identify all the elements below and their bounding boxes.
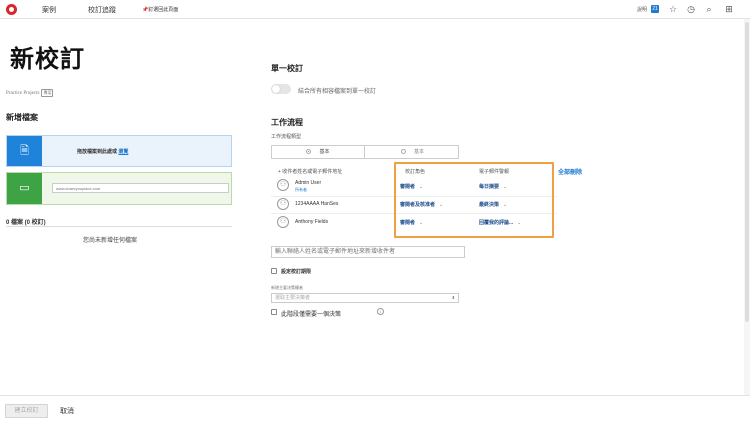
- project-label[interactable]: Practice Projects 專案: [6, 89, 54, 97]
- notification-badge[interactable]: 21: [651, 5, 659, 13]
- workflow-heading: 工作流程: [271, 118, 303, 127]
- workflow-type-label: 工作流程類型: [271, 134, 302, 140]
- deadline-checkbox[interactable]: [271, 268, 277, 274]
- url-upload-zone: ▭: [6, 172, 232, 205]
- radio-unselected-icon: [400, 149, 406, 155]
- recipient-name: Admin User: [295, 180, 322, 186]
- workflow-option-label: 基本: [319, 149, 330, 155]
- web-url-icon: ▭: [7, 173, 42, 204]
- primary-decision-maker-select[interactable]: 選取主要決策者 ⬍: [271, 293, 459, 303]
- add-recipient-input[interactable]: [271, 246, 465, 258]
- add-recipient-column-header[interactable]: + 收件者姓名或電子郵件地址: [278, 168, 342, 175]
- footer-bar: 建立校訂 取消: [0, 395, 750, 426]
- app-logo-icon[interactable]: [6, 4, 17, 15]
- radio-selected-icon: [306, 149, 312, 155]
- one-decision-label: 此階段僅需要一個決策: [281, 312, 342, 318]
- combine-files-label: 結合所有相容檔案到單一校訂: [298, 89, 377, 95]
- recipient-name: Anthony Fields: [295, 219, 329, 225]
- delete-all-link[interactable]: 全部刪除: [558, 167, 582, 176]
- star-icon[interactable]: ☆: [668, 4, 678, 14]
- help-label[interactable]: 說明: [637, 6, 647, 13]
- search-icon[interactable]: ⌕: [704, 4, 714, 14]
- workflow-option-label: 基本: [413, 149, 424, 155]
- page-title: 新校訂: [10, 46, 85, 73]
- new-file-heading: 新增檔案: [6, 113, 38, 122]
- browse-link[interactable]: 瀏覽: [118, 149, 128, 155]
- primary-decision-placeholder: 選取主要決策者: [275, 295, 311, 301]
- create-proof-button[interactable]: 建立校訂: [5, 404, 48, 418]
- select-arrow-icon: ⬍: [451, 295, 455, 300]
- drop-text: 拖放檔案到此處或 瀏覽: [77, 148, 128, 155]
- no-files-message: 您尚未新增任何檔案: [83, 238, 138, 244]
- workflow-option-basic[interactable]: 基本: [272, 146, 365, 158]
- owner-label: 所有者: [295, 187, 307, 192]
- workflow-option-basic-alt[interactable]: 基本: [366, 146, 459, 158]
- project-name: Practice Projects: [6, 91, 40, 96]
- scrollbar-thumb[interactable]: [745, 22, 749, 322]
- info-icon[interactable]: i: [377, 308, 384, 315]
- role-alert-highlight-box: [394, 162, 554, 238]
- user-avatar-icon: ⚇: [277, 198, 289, 210]
- one-decision-checkbox[interactable]: [271, 309, 277, 315]
- drop-instructions: 拖放檔案到此處或: [77, 149, 118, 155]
- primary-decision-maker-label: 新增主要決策權者: [271, 285, 303, 290]
- project-tag: 專案: [41, 89, 54, 97]
- pin-page-label: 釘選回此頁面: [148, 7, 179, 13]
- cancel-button[interactable]: 取消: [60, 406, 74, 416]
- history-icon[interactable]: ◷: [686, 4, 696, 14]
- nav-proof-tracker[interactable]: 校訂追蹤: [88, 5, 116, 15]
- combine-files-toggle[interactable]: [271, 84, 291, 94]
- upload-file-icon: 🗎: [7, 136, 42, 166]
- recipient-name: 1234AAAA HanSes: [295, 201, 339, 207]
- top-bar: 案例 校訂追蹤 📌釘選回此頁面 說明 21 ☆ ◷ ⌕ ⊞: [0, 0, 750, 19]
- single-proof-heading: 單一校訂: [271, 64, 303, 73]
- user-avatar-icon: ⚇: [277, 179, 289, 191]
- url-input[interactable]: [52, 183, 229, 193]
- user-avatar-icon: ⚇: [277, 216, 289, 228]
- apps-grid-icon[interactable]: ⊞: [724, 4, 734, 14]
- nav-pin-page[interactable]: 📌釘選回此頁面: [142, 6, 178, 13]
- file-drop-zone[interactable]: 🗎 拖放檔案到此處或 瀏覽: [6, 135, 232, 167]
- divider: [6, 226, 232, 227]
- deadline-label: 設定校訂期限: [281, 269, 312, 275]
- workflow-type-selector: 基本 基本: [271, 145, 459, 159]
- nav-cases[interactable]: 案例: [42, 5, 56, 15]
- files-count: 0 檔案 (0 校訂): [6, 220, 46, 226]
